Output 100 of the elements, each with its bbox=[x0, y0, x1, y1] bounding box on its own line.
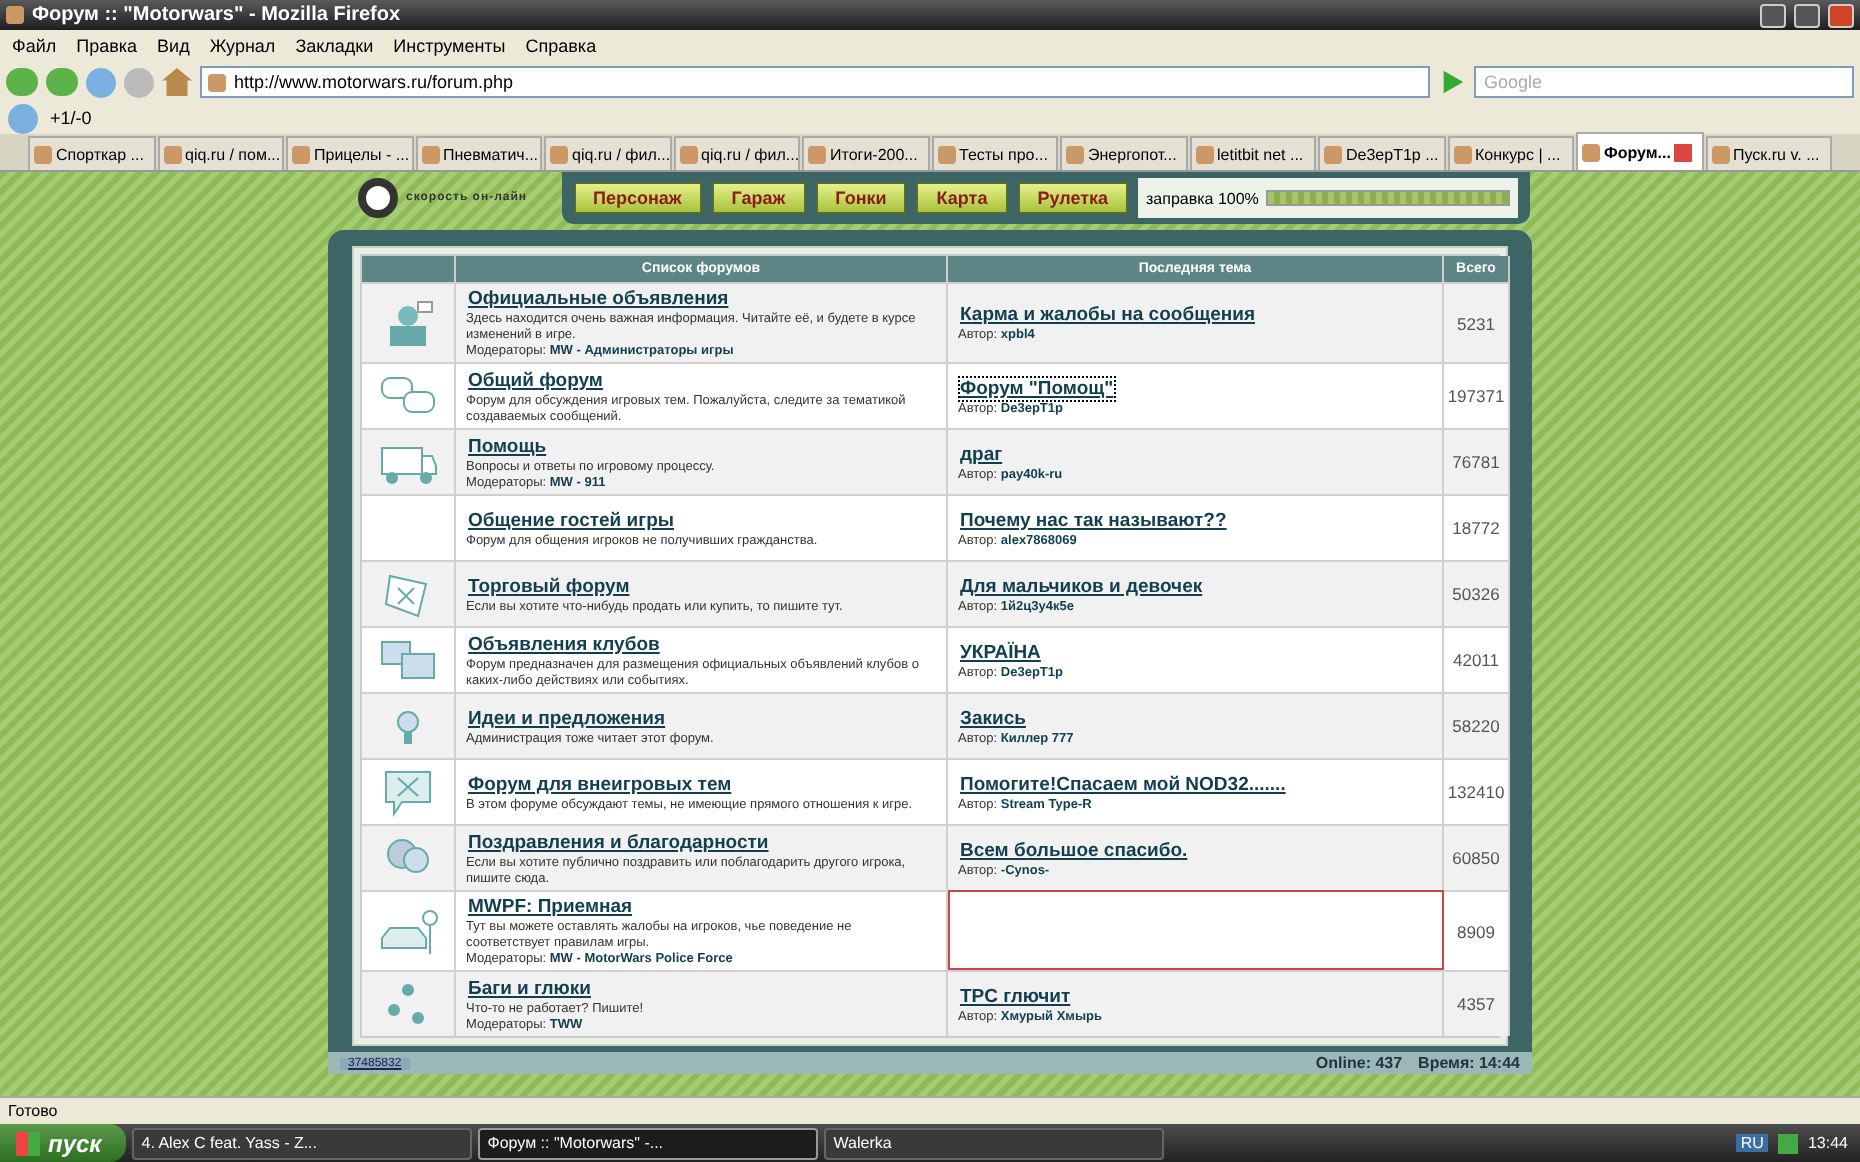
tab-favicon-icon bbox=[1324, 145, 1342, 163]
stop-button[interactable] bbox=[124, 67, 154, 97]
taskbar-button[interactable]: 4. Alex C feat. Yass - Z... bbox=[131, 1127, 472, 1159]
menu-item[interactable]: Закладки bbox=[295, 36, 374, 56]
tab-favicon-icon bbox=[808, 145, 826, 163]
browser-tab[interactable]: Тесты про... bbox=[931, 136, 1058, 170]
tab-label: Пневматич... bbox=[443, 145, 539, 163]
browser-tab[interactable]: qiq.ru / фил... bbox=[544, 136, 671, 170]
tab-label: qiq.ru / пом... bbox=[185, 145, 281, 163]
browser-tab[interactable]: Конкурс | ... bbox=[1447, 136, 1574, 170]
menu-item[interactable]: Справка bbox=[525, 36, 597, 56]
forum-title-link[interactable]: Идеи и предложения bbox=[466, 705, 668, 731]
browser-tab[interactable]: Пуск.ru v. ... bbox=[1705, 136, 1832, 170]
topic-count: 76781 bbox=[1444, 428, 1510, 494]
tab-label: Энергопот... bbox=[1088, 145, 1177, 163]
forum-title-link[interactable]: Общий форум bbox=[466, 367, 605, 393]
tab-favicon-icon bbox=[550, 145, 568, 163]
topic-count: 18772 bbox=[1444, 494, 1510, 560]
car-sign-icon bbox=[378, 905, 438, 957]
topic-link[interactable]: TPC глючит bbox=[958, 983, 1073, 1009]
forum-title-link[interactable]: Помощь bbox=[466, 433, 549, 459]
tab-favicon-icon bbox=[1066, 145, 1084, 163]
fuel-label: заправка 100% bbox=[1146, 189, 1259, 207]
browser-tab[interactable]: Форум... bbox=[1576, 132, 1703, 170]
forum-title-link[interactable]: Баги и глюки bbox=[466, 975, 593, 1001]
site-icon bbox=[208, 73, 226, 91]
forum-title-link[interactable]: Официальные объявления bbox=[466, 286, 731, 312]
tab-favicon-icon bbox=[1711, 145, 1729, 163]
browser-tab[interactable]: qiq.ru / пом... bbox=[157, 136, 284, 170]
forum-title-link[interactable]: Объявления клубов bbox=[466, 631, 662, 657]
online-count: Online: 437 bbox=[1315, 1054, 1403, 1072]
taskbar-button[interactable]: Walerka bbox=[823, 1127, 1164, 1159]
tab-favicon-icon bbox=[421, 145, 439, 163]
close-tab-icon[interactable] bbox=[1674, 143, 1693, 161]
nav-button[interactable]: Персонаж bbox=[573, 182, 702, 214]
nav-button[interactable]: Карта bbox=[916, 182, 1008, 214]
logo-icon bbox=[358, 178, 398, 218]
forum-title-link[interactable]: Форум для внеигровых тем bbox=[466, 771, 734, 797]
forum-title-link[interactable]: Поздравления и благодарности bbox=[466, 829, 771, 855]
language-indicator[interactable]: RU bbox=[1736, 1134, 1768, 1152]
home-icon[interactable] bbox=[162, 68, 192, 96]
topic-link[interactable]: Почему нас так называют?? bbox=[958, 507, 1229, 533]
browser-tab[interactable]: Пневматич... bbox=[415, 136, 542, 170]
taskbar-button[interactable]: Форум :: "Motorwars" -... bbox=[477, 1127, 818, 1159]
tray-icon[interactable] bbox=[1777, 1133, 1798, 1153]
tab-favicon-icon bbox=[163, 145, 181, 163]
close-button[interactable] bbox=[1828, 3, 1854, 27]
tab-label: qiq.ru / фил... bbox=[572, 145, 669, 163]
menu-item[interactable]: Журнал bbox=[209, 36, 276, 56]
tab-label: Спорткар ... bbox=[56, 145, 144, 163]
topic-link[interactable]: Для мальчиков и девочек bbox=[958, 573, 1205, 599]
topic-link[interactable]: Карма и жалобы на сообщения bbox=[958, 302, 1257, 328]
tab-label: Тесты про... bbox=[959, 145, 1048, 163]
tab-favicon-icon bbox=[1453, 145, 1471, 163]
nav-button[interactable]: Гараж bbox=[711, 182, 806, 214]
nav-button[interactable]: Рулетка bbox=[1017, 182, 1128, 214]
toolbar-counter[interactable]: +1/-0 bbox=[50, 108, 92, 128]
browser-tab[interactable]: letitbit net ... bbox=[1189, 136, 1316, 170]
menu-item[interactable]: Вид bbox=[157, 36, 190, 56]
back-button[interactable] bbox=[6, 68, 38, 96]
maximize-button[interactable] bbox=[1794, 3, 1820, 27]
topic-link[interactable]: Всем большое спасибо. bbox=[958, 837, 1190, 863]
window-title: Форум :: "Motorwars" - Mozilla Firefox bbox=[32, 4, 401, 26]
browser-tab[interactable]: Прицелы - ... bbox=[286, 136, 413, 170]
forum-title-link[interactable]: Общение гостей игры bbox=[466, 507, 676, 533]
search-field[interactable]: Google bbox=[1474, 66, 1854, 98]
windows-flag-icon bbox=[16, 1131, 40, 1155]
start-button[interactable]: пуск bbox=[0, 1124, 126, 1162]
forward-button[interactable] bbox=[46, 68, 78, 96]
menu-item[interactable]: Инструменты bbox=[393, 36, 506, 56]
browser-tab[interactable]: Энергопот... bbox=[1060, 136, 1187, 170]
reload-button[interactable] bbox=[86, 67, 116, 97]
tab-favicon-icon bbox=[679, 145, 697, 163]
browser-tab[interactable]: qiq.ru / фил... bbox=[673, 136, 800, 170]
tab-favicon-icon bbox=[1582, 143, 1600, 161]
topic-count: 132410 bbox=[1444, 758, 1510, 824]
nav-button[interactable]: Гонки bbox=[815, 182, 907, 214]
tab-label: Прицелы - ... bbox=[314, 145, 410, 163]
minimize-button[interactable] bbox=[1760, 3, 1786, 27]
forum-title-link[interactable]: Торговый форум bbox=[466, 573, 632, 599]
topic-link[interactable]: Закись bbox=[958, 705, 1028, 731]
forum-title-link[interactable]: MWPF: Приемная bbox=[466, 894, 635, 920]
topic-link[interactable]: Помогите!Спасаем мой NOD32....... bbox=[958, 771, 1288, 797]
browser-tab[interactable]: De3epT1p ... bbox=[1318, 136, 1445, 170]
menu-item[interactable]: Файл bbox=[12, 36, 57, 56]
topic-link[interactable]: УКРАЇНА bbox=[958, 639, 1043, 665]
topic-count: 4357 bbox=[1444, 970, 1510, 1036]
tab-label: letitbit net ... bbox=[1217, 145, 1304, 163]
browser-tab[interactable]: Итоги-200... bbox=[802, 136, 929, 170]
tab-favicon-icon bbox=[1195, 145, 1213, 163]
tab-label: qiq.ru / фил... bbox=[701, 145, 798, 163]
browser-tab[interactable]: Спорткар ... bbox=[28, 136, 155, 170]
topic-count: 5231 bbox=[1444, 282, 1510, 362]
topic-link[interactable]: Форум "Помощ" bbox=[958, 375, 1116, 401]
toolbar-icon[interactable] bbox=[8, 103, 38, 133]
address-field[interactable]: http://www.motorwars.ru/forum.php bbox=[200, 66, 1430, 98]
topic-count: 197371 bbox=[1444, 362, 1510, 428]
topic-link[interactable]: драг bbox=[958, 441, 1005, 467]
clock: 13:44 bbox=[1807, 1134, 1848, 1152]
menu-item[interactable]: Правка bbox=[76, 36, 138, 56]
